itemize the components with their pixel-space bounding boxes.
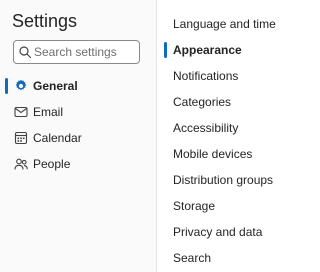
nav-item-calendar[interactable]: Calendar xyxy=(0,125,156,151)
nav-item-label: Email xyxy=(33,105,64,119)
nav-item-people[interactable]: People xyxy=(0,151,156,177)
menu-item-label: Language and time xyxy=(173,17,276,31)
settings-nav-pane: Settings General Email xyxy=(0,0,156,272)
menu-item-label: Accessibility xyxy=(173,121,239,135)
menu-item-accessibility[interactable]: Accessibility xyxy=(157,115,300,141)
gear-icon xyxy=(15,79,27,91)
nav-item-label: People xyxy=(33,157,71,171)
menu-item-label: Appearance xyxy=(173,43,242,57)
menu-item-label: Notifications xyxy=(173,69,239,83)
menu-item-language-and-time[interactable]: Language and time xyxy=(157,11,300,37)
search-icon xyxy=(19,46,32,59)
calendar-icon xyxy=(14,131,28,145)
search-input[interactable] xyxy=(34,43,136,61)
menu-item-search[interactable]: Search xyxy=(157,245,300,271)
menu-item-label: Storage xyxy=(173,199,216,213)
search-box[interactable] xyxy=(13,40,140,64)
menu-item-mobile-devices[interactable]: Mobile devices xyxy=(157,141,300,167)
menu-item-categories[interactable]: Categories xyxy=(157,89,300,115)
people-icon xyxy=(14,158,28,170)
menu-item-distribution-groups[interactable]: Distribution groups xyxy=(157,167,300,193)
nav-item-general[interactable]: General xyxy=(0,73,156,99)
nav-item-label: Calendar xyxy=(33,131,82,145)
menu-item-notifications[interactable]: Notifications xyxy=(157,63,300,89)
menu-item-label: Privacy and data xyxy=(173,225,263,239)
menu-item-label: Mobile devices xyxy=(173,147,253,161)
menu-item-label: Categories xyxy=(173,95,232,109)
mail-icon xyxy=(14,106,28,118)
nav-item-label: General xyxy=(33,79,78,93)
menu-item-label: Search xyxy=(173,251,212,265)
menu-item-appearance[interactable]: Appearance xyxy=(157,37,300,63)
settings-title: Settings xyxy=(12,11,78,31)
nav-item-email[interactable]: Email xyxy=(0,99,156,125)
active-indicator xyxy=(5,78,8,94)
menu-item-privacy-and-data[interactable]: Privacy and data xyxy=(157,219,300,245)
menu-item-label: Distribution groups xyxy=(173,173,274,187)
active-indicator xyxy=(164,42,167,58)
menu-item-storage[interactable]: Storage xyxy=(157,193,300,219)
